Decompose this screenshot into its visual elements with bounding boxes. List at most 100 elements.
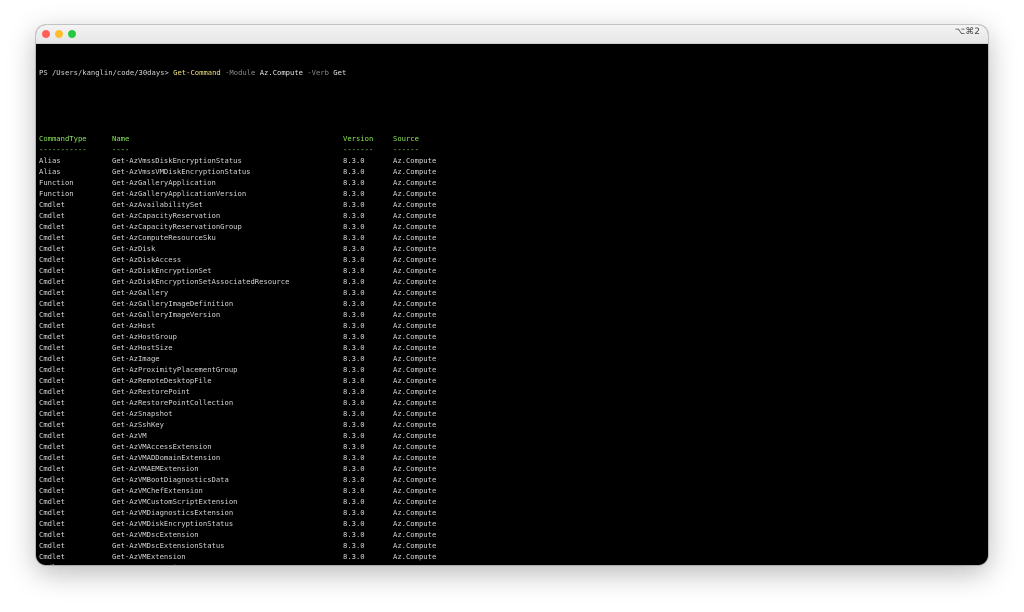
table-row: Cmdlet Get-AzVMDscExtensionStatus 8.3.0 Az.…: [39, 540, 988, 551]
cell-source: Az.Compute: [393, 398, 437, 407]
cell-source: Az.Compute: [393, 321, 437, 330]
cell-source: Az.Compute: [393, 156, 437, 165]
table-row: Function Get-AzGalleryApplicationVersion 8…: [39, 188, 988, 199]
table-row: Cmdlet Get-AzDiskEncryptionSet 8.3.0 Az.Com…: [39, 265, 988, 276]
table-row: Cmdlet Get-AzAvailabilitySet 8.3.0 Az.Compu…: [39, 199, 988, 210]
separator-source: ------: [393, 145, 419, 154]
cell-name: Get-AzAvailabilitySet: [112, 200, 203, 209]
cell-name: Get-AzVMAccessExtension: [112, 442, 212, 451]
title-bar[interactable]: ⌥⌘2: [36, 25, 988, 44]
cell-version: 8.3.0: [343, 266, 365, 275]
cell-name: Get-AzHost: [112, 321, 156, 330]
cell-name: Get-AzSnapshot: [112, 409, 173, 418]
table-row: Cmdlet Get-AzGalleryImageVersion 8.3.0 Az.C…: [39, 309, 988, 320]
cell-version: 8.3.0: [343, 387, 365, 396]
cell-version: 8.3.0: [343, 156, 365, 165]
table-row: Cmdlet Get-AzVMCustomScriptExtension 8.3.0…: [39, 496, 988, 507]
separator-name: ----: [112, 145, 130, 154]
cell-name: Get-AzSshKey: [112, 420, 164, 429]
cell-version: 8.3.0: [343, 211, 365, 220]
table-row: Cmdlet Get-AzVMBootDiagnosticsData 8.3.0 Az…: [39, 474, 988, 485]
cell-source: Az.Compute: [393, 343, 437, 352]
cell-command-type: Cmdlet: [39, 409, 65, 418]
cell-command-type: Cmdlet: [39, 310, 65, 319]
window-shortcut-label: ⌥⌘2: [954, 27, 980, 37]
header-name: Name: [112, 134, 130, 143]
maximize-window-button[interactable]: [68, 30, 76, 38]
cell-name: Get-AzVMExtensionImage: [112, 562, 207, 565]
cell-version: 8.3.0: [343, 332, 365, 341]
cell-source: Az.Compute: [393, 376, 437, 385]
cell-name: Get-AzVmssVMDiskEncryptionStatus: [112, 167, 251, 176]
close-window-button[interactable]: [42, 30, 50, 38]
command-param-verb: -Verb: [303, 68, 334, 77]
cell-source: Az.Compute: [393, 354, 437, 363]
table-row: Cmdlet Get-AzVMAccessExtension 8.3.0 Az.Com…: [39, 441, 988, 452]
cell-version: 8.3.0: [343, 255, 365, 264]
table-row: Cmdlet Get-AzDiskAccess 8.3.0 Az.Compute: [39, 254, 988, 265]
cell-command-type: Cmdlet: [39, 365, 65, 374]
cell-version: 8.3.0: [343, 409, 365, 418]
cell-command-type: Alias: [39, 167, 61, 176]
prompt-line: PS /Users/kanglin/code/30days> Get-Comma…: [39, 67, 988, 78]
cell-command-type: Cmdlet: [39, 387, 65, 396]
cell-source: Az.Compute: [393, 486, 437, 495]
cell-command-type: Cmdlet: [39, 299, 65, 308]
cell-source: Az.Compute: [393, 178, 437, 187]
cell-command-type: Cmdlet: [39, 519, 65, 528]
cell-name: Get-AzVMBootDiagnosticsData: [112, 475, 229, 484]
cell-version: 8.3.0: [343, 354, 365, 363]
cell-version: 8.3.0: [343, 288, 365, 297]
cell-version: 8.3.0: [343, 244, 365, 253]
cell-name: Get-AzVMDiskEncryptionStatus: [112, 519, 234, 528]
cell-name: Get-AzDisk: [112, 244, 156, 253]
table-row: Cmdlet Get-AzHost 8.3.0 Az.Compute: [39, 320, 988, 331]
cell-command-type: Cmdlet: [39, 376, 65, 385]
cell-source: Az.Compute: [393, 244, 437, 253]
cell-command-type: Cmdlet: [39, 222, 65, 231]
cell-name: Get-AzComputeResourceSku: [112, 233, 216, 242]
cell-source: Az.Compute: [393, 442, 437, 451]
cell-version: 8.3.0: [343, 178, 365, 187]
separator-version: -------: [343, 145, 374, 154]
cell-command-type: Cmdlet: [39, 464, 65, 473]
cell-version: 8.3.0: [343, 321, 365, 330]
cell-name: Get-AzGalleryApplication: [112, 178, 216, 187]
cell-name: Get-AzVMDscExtension: [112, 530, 199, 539]
separator-command-type: -----------: [39, 145, 87, 154]
header-source: Source: [393, 134, 419, 143]
cell-command-type: Cmdlet: [39, 420, 65, 429]
table-row: Cmdlet Get-AzDiskEncryptionSetAssociatedR…: [39, 276, 988, 287]
cell-version: 8.3.0: [343, 233, 365, 242]
command-value-verb: Get: [333, 68, 347, 77]
table-row: Cmdlet Get-AzRestorePointCollection 8.3.0 A…: [39, 397, 988, 408]
cell-command-type: Cmdlet: [39, 255, 65, 264]
table-row: Cmdlet Get-AzCapacityReservationGroup 8.3.…: [39, 221, 988, 232]
cell-source: Az.Compute: [393, 222, 437, 231]
table-separator-row: ----------- ---- ------- ------: [39, 144, 988, 155]
cell-name: Get-AzCapacityReservationGroup: [112, 222, 242, 231]
cell-command-type: Cmdlet: [39, 530, 65, 539]
cell-source: Az.Compute: [393, 266, 437, 275]
table-row: Cmdlet Get-AzRemoteDesktopFile 8.3.0 Az.Com…: [39, 375, 988, 386]
cell-version: 8.3.0: [343, 277, 365, 286]
cell-source: Az.Compute: [393, 211, 437, 220]
cell-command-type: Cmdlet: [39, 211, 65, 220]
cell-command-type: Cmdlet: [39, 332, 65, 341]
cell-name: Get-AzDiskAccess: [112, 255, 182, 264]
cell-version: 8.3.0: [343, 376, 365, 385]
cell-source: Az.Compute: [393, 420, 437, 429]
cell-version: 8.3.0: [343, 299, 365, 308]
minimize-window-button[interactable]: [55, 30, 63, 38]
terminal-output[interactable]: PS /Users/kanglin/code/30days> Get-Comma…: [39, 45, 988, 565]
table-row: Cmdlet Get-AzRestorePoint 8.3.0 Az.Compute: [39, 386, 988, 397]
cell-command-type: Cmdlet: [39, 354, 65, 363]
cell-name: Get-AzGalleryImageVersion: [112, 310, 221, 319]
cell-command-type: Cmdlet: [39, 497, 65, 506]
table-row: Cmdlet Get-AzCapacityReservation 8.3.0 Az.C…: [39, 210, 988, 221]
terminal-window[interactable]: ⌥⌘2 PS /Users/kanglin/code/30days> Get-C…: [36, 25, 988, 565]
cell-command-type: Cmdlet: [39, 398, 65, 407]
cell-source: Az.Compute: [393, 409, 437, 418]
cell-command-type: Cmdlet: [39, 288, 65, 297]
table-header-row: CommandType Name Version Source: [39, 133, 988, 144]
